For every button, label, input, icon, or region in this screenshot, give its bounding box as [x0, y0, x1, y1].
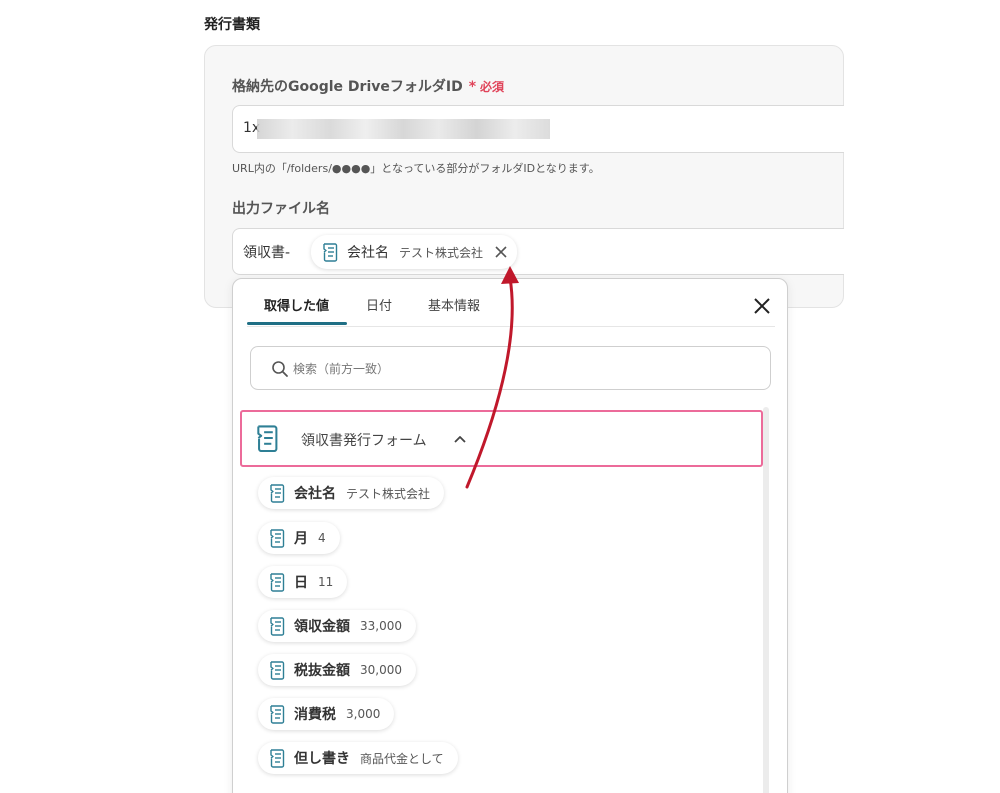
- form-field-icon: [268, 528, 286, 548]
- output-filename-label: 出力ファイル名: [232, 201, 330, 217]
- value-chip-company[interactable]: 会社名 テスト株式会社: [258, 477, 445, 509]
- close-icon[interactable]: [493, 244, 509, 260]
- form-field-icon: [268, 483, 286, 503]
- form-icon: [254, 423, 280, 453]
- form-field-icon: [268, 572, 286, 592]
- chip-value: テスト株式会社: [399, 245, 484, 260]
- group-header[interactable]: 領収書発行フォーム: [240, 410, 763, 467]
- folder-id-label-text: 格納先のGoogle DriveフォルダID: [232, 79, 463, 95]
- value-chip-consumption-tax[interactable]: 消費税 3,000: [258, 698, 395, 730]
- chip-label: 消費税: [294, 707, 336, 723]
- value-chip-month[interactable]: 月 4: [258, 522, 340, 554]
- output-filename-chip[interactable]: 会社名 テスト株式会社: [311, 235, 518, 269]
- redacted-value: [257, 119, 550, 139]
- chip-value: 3,000: [346, 707, 381, 721]
- required-star: *: [468, 79, 477, 95]
- chip-value: 11: [318, 575, 334, 589]
- tab-basic-info[interactable]: 基本情報: [428, 295, 480, 314]
- value-chip-memo[interactable]: 但し書き 商品代金として: [258, 742, 458, 774]
- required-badge: 必須: [480, 80, 505, 94]
- form-field-icon: [268, 748, 286, 768]
- tab-date[interactable]: 日付: [366, 295, 392, 314]
- chip-label: 会社名: [347, 245, 389, 261]
- scrollbar-track[interactable]: [763, 407, 769, 793]
- chip-label: 但し書き: [294, 751, 350, 767]
- close-icon[interactable]: [751, 295, 773, 317]
- chip-label: 日: [294, 575, 308, 591]
- folder-id-input[interactable]: 1x: [232, 105, 844, 153]
- folder-id-label: 格納先のGoogle DriveフォルダID * 必須: [232, 76, 504, 96]
- output-filename-prefix: 領収書-: [243, 245, 291, 261]
- group-label: 領収書発行フォーム: [301, 433, 427, 449]
- chip-value: 33,000: [360, 619, 402, 633]
- search-input[interactable]: [293, 359, 753, 379]
- chip-label: 会社名: [294, 486, 336, 502]
- form-field-icon: [268, 660, 286, 680]
- chip-label: 領収金額: [294, 619, 350, 635]
- chip-value: 商品代金として: [360, 751, 444, 766]
- chevron-up-icon: [454, 436, 466, 443]
- value-chip-day[interactable]: 日 11: [258, 566, 348, 598]
- chip-value: 30,000: [360, 663, 402, 677]
- value-chip-receipt-amount[interactable]: 領収金額 33,000: [258, 610, 416, 642]
- folder-id-hint: URL内の「/folders/●●●●」となっている部分がフォルダIDとなります…: [232, 162, 600, 175]
- search-box: [250, 346, 771, 390]
- value-picker-panel: 取得した値 日付 基本情報 領収書発行フォーム 会社名 テスト株式会社 月 4 …: [232, 278, 788, 793]
- section-title: 発行書類: [204, 17, 260, 33]
- search-icon: [272, 361, 288, 377]
- value-chip-pretax-amount[interactable]: 税抜金額 30,000: [258, 654, 416, 686]
- chip-label: 月: [294, 531, 308, 547]
- chip-label: 税抜金額: [294, 663, 350, 679]
- chip-value: 4: [318, 531, 326, 545]
- active-tab-indicator: [247, 322, 347, 325]
- tab-acquired-values[interactable]: 取得した値: [264, 295, 329, 314]
- form-field-icon: [268, 616, 286, 636]
- chip-value: テスト株式会社: [346, 486, 431, 501]
- form-field-icon: [268, 704, 286, 724]
- tabs-divider: [247, 326, 775, 327]
- form-field-icon: [321, 242, 339, 262]
